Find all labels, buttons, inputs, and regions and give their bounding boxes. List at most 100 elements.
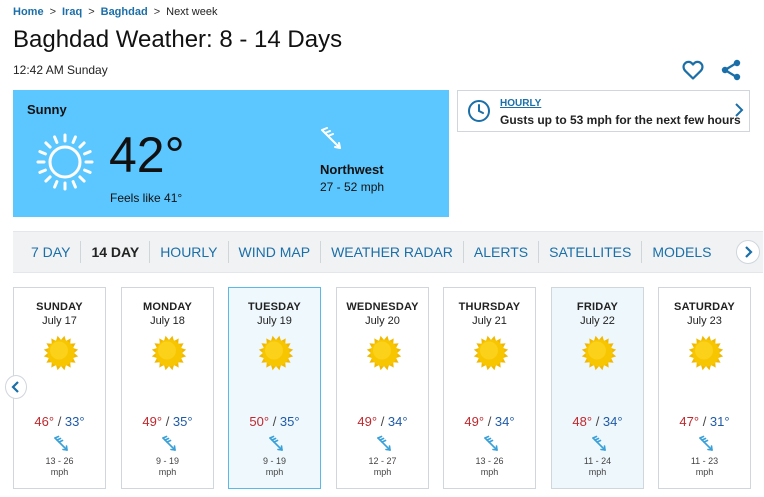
current-condition: Sunny (27, 102, 67, 117)
sun-icon (151, 335, 187, 371)
wind-unit: mph (158, 467, 177, 477)
hourly-alert-card[interactable]: HOURLY Gusts up to 53 mph for the next f… (457, 90, 750, 132)
day-name: SUNDAY (36, 301, 83, 313)
breadcrumb: Home > Iraq > Baghdad > Next week (13, 6, 217, 18)
day-wind: 9 - 19 mph (122, 456, 213, 478)
wind-direction-icon (377, 435, 391, 451)
sun-icon (581, 335, 617, 371)
day-date: July 22 (580, 315, 615, 327)
wind-range: 11 - 23 (690, 456, 719, 466)
tabs-next-button[interactable] (736, 240, 760, 264)
temp-separator: / (592, 414, 603, 429)
wind-unit: mph (695, 467, 714, 477)
wind-direction-icon (484, 435, 498, 451)
wind-direction-icon (54, 435, 68, 451)
tab-14-day[interactable]: 14 DAY (81, 241, 151, 263)
chevron-left-icon (11, 381, 19, 393)
day-temperatures: 48° / 34° (552, 414, 643, 429)
day-wind: 13 - 26 mph (444, 456, 535, 478)
share-button[interactable] (719, 58, 743, 82)
day-card-saturday[interactable]: SATURDAY July 23 47° / 31° 11 - 23 mph (658, 287, 751, 489)
high-temp: 48° (572, 414, 593, 429)
temp-separator: / (269, 414, 280, 429)
current-temperature: 42° (109, 127, 185, 183)
page-title: Baghdad Weather: 8 - 14 Days (13, 26, 343, 53)
timestamp: 12:42 AM Sunday (13, 63, 108, 77)
wind-range: 13 - 26 (45, 456, 74, 466)
day-date: July 17 (42, 315, 77, 327)
sun-icon (366, 335, 402, 371)
tab-7-day[interactable]: 7 DAY (13, 241, 82, 263)
temp-separator: / (54, 414, 65, 429)
wind-direction-icon (592, 435, 606, 451)
temp-separator: / (162, 414, 173, 429)
wind-unit: mph (265, 467, 284, 477)
day-name: FRIDAY (576, 301, 619, 313)
share-icon (721, 59, 741, 81)
temp-separator: / (377, 414, 388, 429)
heart-icon (682, 60, 704, 80)
wind-direction-icon (269, 435, 283, 451)
low-temp: 31° (709, 414, 730, 429)
day-wind: 11 - 24 mph (552, 456, 643, 478)
breadcrumb-separator: > (153, 6, 161, 18)
tab-wind-map[interactable]: WIND MAP (229, 241, 322, 263)
breadcrumb-iraq-link[interactable]: Iraq (62, 6, 82, 18)
high-temp: 49° (142, 414, 163, 429)
current-conditions-card: Sunny 42° Feels like 41° Northwest 27 - … (13, 90, 449, 217)
wind-range: 11 - 24 (583, 456, 612, 466)
feels-like: Feels like 41° (110, 191, 183, 205)
low-temp: 35° (279, 414, 300, 429)
low-temp: 34° (494, 414, 515, 429)
wind-unit: mph (373, 467, 392, 477)
sun-icon (43, 335, 79, 371)
day-wind: 11 - 23 mph (659, 456, 750, 478)
day-date: July 20 (365, 315, 400, 327)
day-temperatures: 49° / 35° (122, 414, 213, 429)
day-wind: 9 - 19 mph (229, 456, 320, 478)
day-card-wednesday[interactable]: WEDNESDAY July 20 49° / 34° 12 - 27 mph (336, 287, 429, 489)
day-card-thursday[interactable]: THURSDAY July 21 49° / 34° 13 - 26 mph (443, 287, 536, 489)
wind-unit: mph (480, 467, 499, 477)
day-temperatures: 49° / 34° (337, 414, 428, 429)
temp-separator: / (484, 414, 495, 429)
tab-models[interactable]: MODELS (642, 241, 721, 263)
chevron-right-icon (745, 246, 753, 258)
high-temp: 50° (249, 414, 270, 429)
breadcrumb-home-link[interactable]: Home (13, 6, 44, 18)
wind-range: 9 - 19 (155, 456, 179, 466)
day-card-friday[interactable]: FRIDAY July 22 48° / 34° 11 - 24 mph (551, 287, 644, 489)
hourly-alert-message: Gusts up to 53 mph for the next few hour… (500, 113, 741, 127)
tab-alerts[interactable]: ALERTS (464, 241, 540, 263)
hourly-link[interactable]: HOURLY (500, 98, 541, 109)
low-temp: 33° (64, 414, 85, 429)
breadcrumb-baghdad-link[interactable]: Baghdad (101, 6, 148, 18)
wind-range: 13 - 26 (475, 456, 504, 466)
high-temp: 49° (357, 414, 378, 429)
tab-hourly[interactable]: HOURLY (150, 241, 229, 263)
tab-satellites[interactable]: SATELLITES (539, 241, 643, 263)
sun-icon (473, 335, 509, 371)
day-name: TUESDAY (248, 301, 301, 313)
breadcrumb-separator: > (49, 6, 56, 18)
breadcrumb-current: Next week (166, 6, 218, 18)
high-temp: 46° (34, 414, 55, 429)
clock-icon (468, 100, 490, 122)
day-temperatures: 46° / 33° (14, 414, 105, 429)
wind-speed: 27 - 52 mph (320, 180, 385, 194)
low-temp: 34° (387, 414, 408, 429)
day-date: July 21 (472, 315, 507, 327)
day-name: SATURDAY (674, 301, 735, 313)
days-prev-button[interactable] (5, 375, 27, 399)
sun-icon (258, 335, 294, 371)
tab-weather-radar[interactable]: WEATHER RADAR (321, 241, 464, 263)
day-date: July 18 (150, 315, 185, 327)
sun-outline-icon (36, 133, 94, 191)
favorite-button[interactable] (681, 58, 705, 82)
day-name: WEDNESDAY (346, 301, 419, 313)
day-date: July 19 (257, 315, 292, 327)
day-card-monday[interactable]: MONDAY July 18 49° / 35° 9 - 19 mph (121, 287, 214, 489)
breadcrumb-separator: > (88, 6, 95, 18)
low-temp: 35° (172, 414, 193, 429)
day-card-tuesday[interactable]: TUESDAY July 19 50° / 35° 9 - 19 mph (228, 287, 321, 489)
